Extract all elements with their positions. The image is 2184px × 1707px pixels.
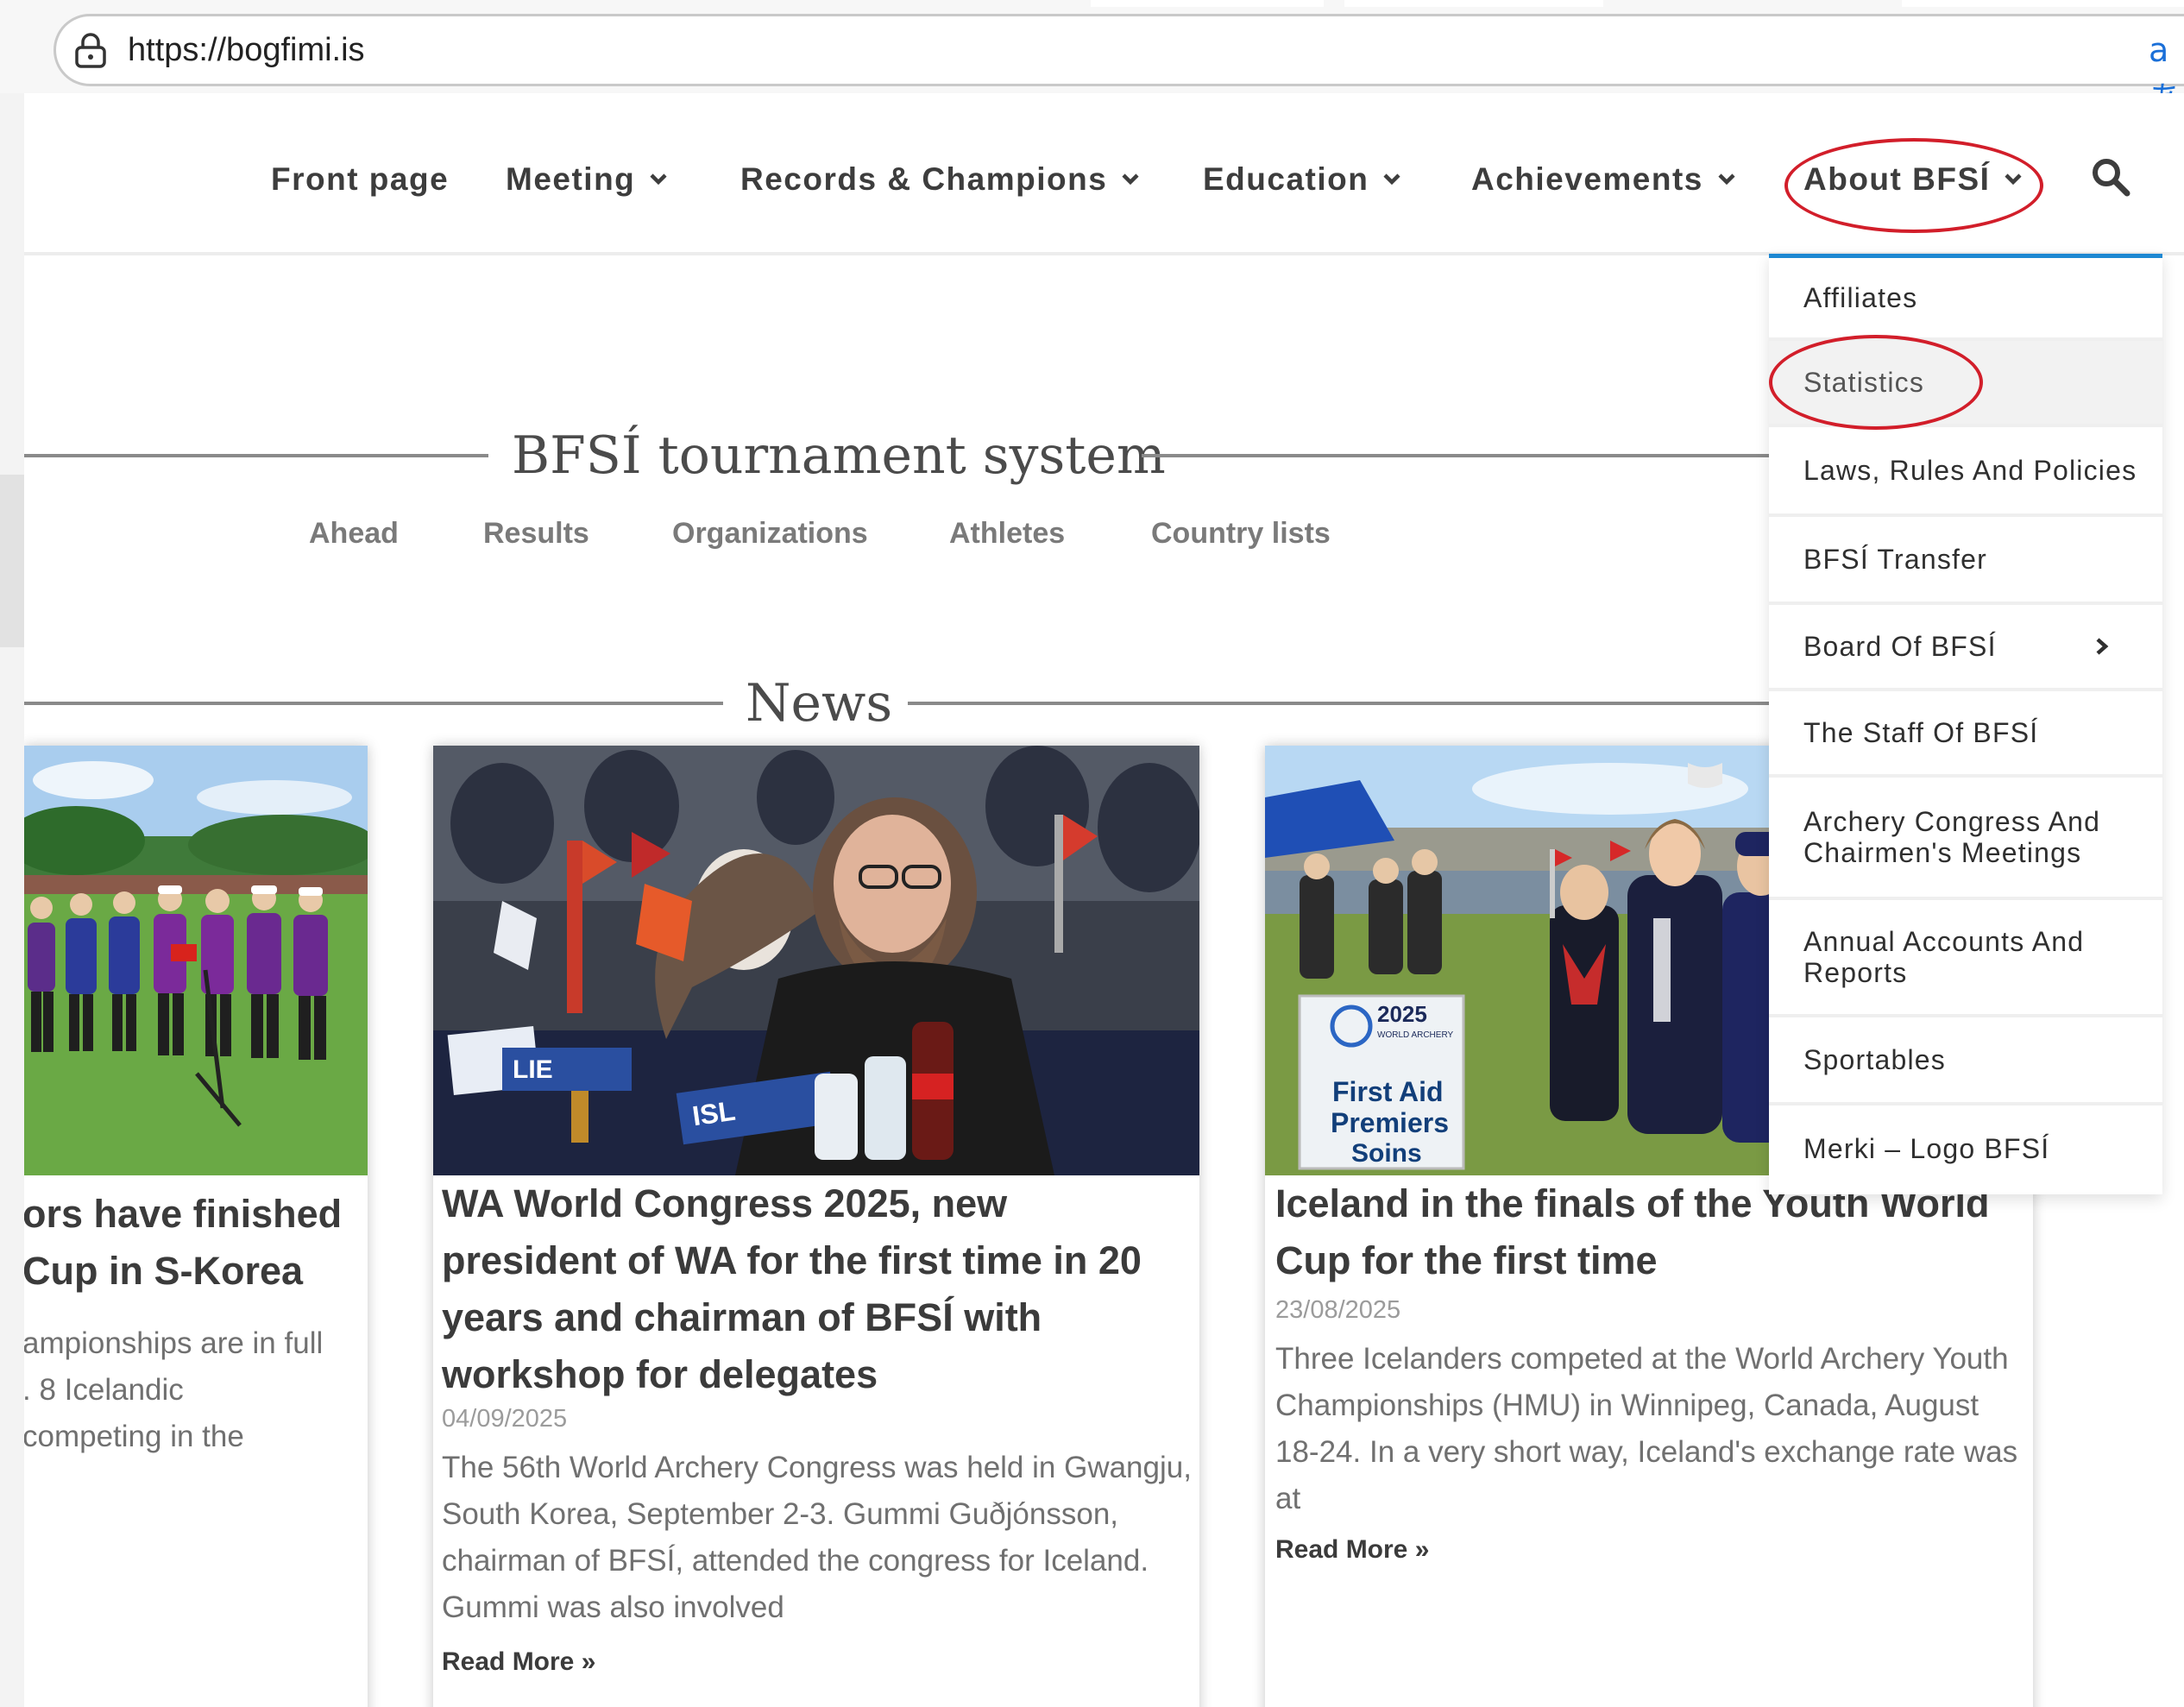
about-bfsi-dropdown: Affiliates Statistics Laws, Rules And Po… — [1769, 254, 2162, 1194]
web-page: Front page Meeting Records & Champions E… — [24, 93, 2184, 1707]
tournament-heading: BFSÍ tournament system — [512, 425, 1166, 486]
nav-achievements[interactable]: Achievements — [1471, 154, 1736, 205]
nav-label: Records & Champions — [740, 161, 1108, 197]
heading-rule — [1142, 454, 1802, 457]
menu-item-affiliates[interactable]: Affiliates — [1769, 258, 2162, 341]
tournament-link-country-lists[interactable]: Country lists — [1151, 507, 1331, 559]
news-card-date: 23/08/2025 — [1275, 1296, 1401, 1324]
news-card-date: 04/09/2025 — [442, 1405, 568, 1433]
menu-item-archery-congress[interactable]: Archery Congress And Chairmen's Meetings — [1769, 778, 2162, 900]
sign-org: WORLD ARCHERY — [1377, 1030, 1453, 1040]
nav-label: About BFSÍ — [1803, 161, 1991, 197]
nav-about-bfsi[interactable]: About BFSÍ — [1803, 154, 2023, 205]
tournament-heading-row: BFSÍ tournament system — [24, 417, 1802, 494]
menu-item-board-of-bfsi[interactable]: Board Of BFSÍ — [1769, 605, 2162, 691]
menu-item-annual-accounts[interactable]: Annual Accounts And Reports — [1769, 900, 2162, 1017]
nav-label: Achievements — [1471, 161, 1703, 197]
sign-line: First Aid — [1332, 1076, 1444, 1107]
search-icon[interactable] — [2089, 155, 2132, 198]
tournament-link-ahead[interactable]: Ahead — [309, 507, 399, 559]
main-navigation: Front page Meeting Records & Champions E… — [24, 93, 2184, 255]
title-line: ors have finished — [24, 1192, 343, 1236]
title-line: Cup in S-Korea — [24, 1249, 304, 1293]
svg-text:ISL: ISL — [690, 1095, 737, 1132]
menu-item-label: The Staff Of BFSÍ — [1803, 717, 2039, 748]
menu-item-sportables[interactable]: Sportables — [1769, 1017, 2162, 1105]
svg-text:LIE: LIE — [513, 1055, 553, 1084]
menu-item-label: Sportables — [1803, 1044, 1946, 1075]
lock-icon[interactable] — [74, 33, 107, 69]
menu-item-label: Statistics — [1803, 367, 1925, 398]
sign-line: Soins — [1351, 1139, 1422, 1168]
menu-item-label: Merki – Logo BFSÍ — [1803, 1133, 2050, 1164]
news-card-excerpt: The 56th World Archery Congress was held… — [442, 1451, 1192, 1624]
chevron-down-icon — [650, 173, 667, 186]
news-card[interactable]: LIE ISL WA World Congress 2025, new pres… — [433, 746, 1199, 1707]
browser-address-bar: https://bogfimi.is aあ — [0, 0, 2184, 117]
excerpt-line: . 8 Icelandic — [24, 1373, 184, 1407]
url-text[interactable]: https://bogfimi.is — [128, 26, 365, 74]
news-card-title[interactable]: WA World Congress 2025, new president of… — [442, 1175, 1191, 1403]
menu-item-label: Board Of BFSÍ — [1803, 631, 1997, 662]
sign-line: Premiers — [1331, 1107, 1449, 1138]
news-card-excerpt: Three Icelanders competed at the World A… — [1275, 1342, 2018, 1515]
nav-front-page[interactable]: Front page — [271, 154, 449, 205]
nav-label: Education — [1203, 161, 1369, 197]
page-edge-shadow — [0, 475, 24, 647]
tournament-link-results[interactable]: Results — [483, 507, 589, 559]
menu-item-label: BFSÍ Transfer — [1803, 544, 1987, 575]
tab-sliver[interactable] — [1344, 0, 1603, 7]
news-card-title[interactable]: ors have finished Cup in S-Korea — [24, 1186, 368, 1300]
nav-meeting[interactable]: Meeting — [506, 154, 668, 205]
menu-item-merki-logo[interactable]: Merki – Logo BFSÍ — [1769, 1105, 2162, 1192]
menu-item-staff-of-bfsi[interactable]: The Staff Of BFSÍ — [1769, 691, 2162, 778]
chevron-down-icon — [1383, 173, 1400, 186]
menu-item-laws-rules-policies[interactable]: Laws, Rules And Policies — [1769, 427, 2162, 517]
read-more-link[interactable]: Read More » — [1275, 1531, 1429, 1569]
nav-label: Meeting — [506, 161, 636, 197]
menu-item-label: Annual Accounts And Reports — [1803, 926, 2085, 988]
news-heading: News — [746, 673, 893, 734]
sign-year: 2025 — [1377, 1001, 1427, 1027]
nav-records-champions[interactable]: Records & Champions — [740, 154, 1140, 205]
tab-sliver[interactable] — [1091, 0, 1324, 7]
heading-rule — [908, 702, 1802, 705]
heading-rule — [24, 454, 488, 457]
read-more-link[interactable]: Read More » — [442, 1643, 595, 1681]
chevron-down-icon — [2005, 173, 2022, 186]
news-card-image[interactable] — [24, 746, 368, 1175]
news-card-excerpt: ampionships are in full . 8 Icelandic co… — [24, 1320, 368, 1460]
news-card-image[interactable]: LIE ISL — [433, 746, 1199, 1175]
tab-strip — [1091, 0, 2184, 9]
excerpt-line: competing in the — [24, 1420, 244, 1453]
archery-team-photo — [24, 746, 368, 1175]
excerpt-line: ampionships are in full — [24, 1326, 324, 1360]
congress-photo: LIE ISL — [433, 746, 1199, 1175]
nav-label: Front page — [271, 161, 450, 197]
url-field[interactable] — [53, 14, 2184, 86]
menu-item-bfsi-transfer[interactable]: BFSÍ Transfer — [1769, 517, 2162, 605]
chevron-down-icon — [1718, 173, 1735, 186]
nav-education[interactable]: Education — [1203, 154, 1401, 205]
chevron-down-icon — [1122, 173, 1139, 186]
news-card[interactable]: ors have finished Cup in S-Korea ampions… — [24, 746, 368, 1707]
menu-item-label: Laws, Rules And Policies — [1803, 455, 2137, 486]
tournament-link-athletes[interactable]: Athletes — [949, 507, 1065, 559]
menu-item-statistics[interactable]: Statistics — [1769, 341, 2162, 427]
chevron-right-icon — [2096, 638, 2109, 655]
tab-sliver[interactable] — [1902, 0, 2184, 7]
news-heading-row: News — [24, 665, 1802, 742]
heading-rule — [24, 702, 723, 705]
tournament-link-organizations[interactable]: Organizations — [672, 507, 868, 559]
menu-item-label: Affiliates — [1803, 282, 1918, 313]
menu-item-label: Archery Congress And Chairmen's Meetings — [1803, 806, 2101, 868]
